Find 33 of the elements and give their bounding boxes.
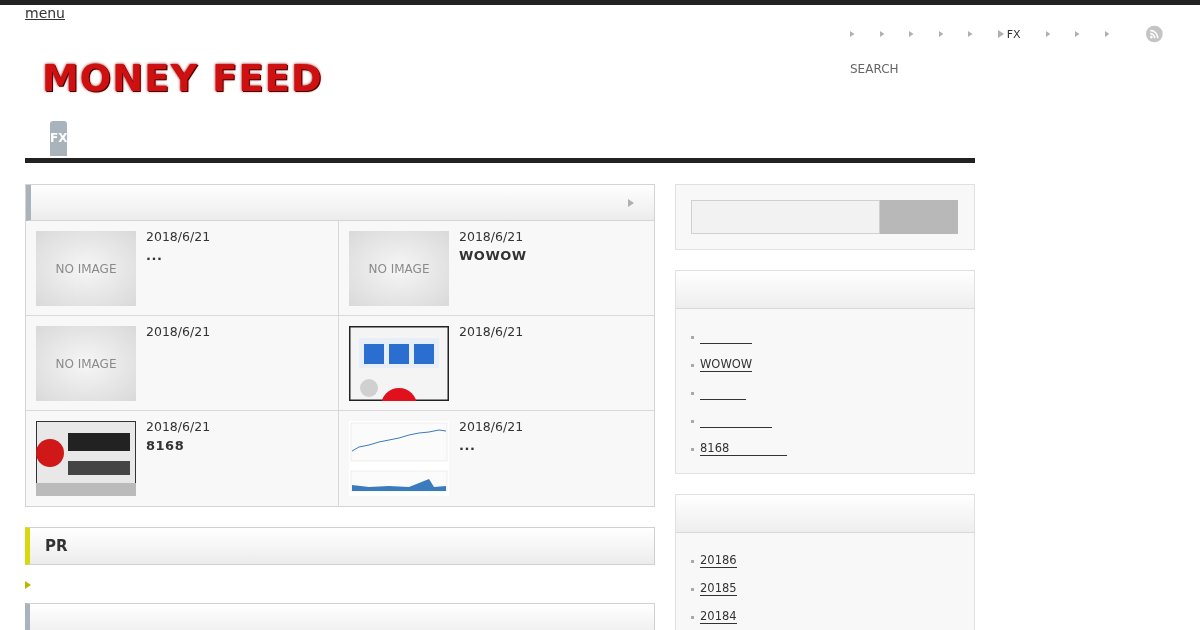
post-title[interactable]: WOWOW <box>459 248 527 263</box>
post-date: 2018/6/21 <box>146 324 211 339</box>
post-date: 2018/6/21 <box>459 419 524 434</box>
post-title[interactable]: 8168 <box>146 438 185 453</box>
post-date: 2018/6/21 <box>146 229 211 244</box>
post-date: 2018/6/21 <box>459 229 524 244</box>
sidebar-link[interactable]: 8168 <box>700 442 788 456</box>
post-date: 2018/6/21 <box>459 324 524 339</box>
menu-link[interactable]: menu <box>25 5 65 21</box>
rss-icon[interactable] <box>1146 23 1163 45</box>
triangle-icon[interactable] <box>879 30 885 38</box>
triangle-icon[interactable] <box>1045 30 1051 38</box>
archive-link[interactable]: 20186 <box>700 554 737 568</box>
site-logo[interactable]: MONEY FEED <box>42 58 323 100</box>
post-title[interactable]: ... <box>459 438 476 453</box>
triangle-icon[interactable] <box>1104 30 1110 38</box>
search-field[interactable] <box>691 200 880 234</box>
archive-link[interactable]: 20184 <box>700 610 737 624</box>
triangle-icon <box>25 581 31 589</box>
triangle-icon[interactable] <box>909 30 914 38</box>
archive-link[interactable]: 20185 <box>700 582 737 596</box>
search-label[interactable]: SEARCH <box>850 62 899 76</box>
triangle-icon[interactable] <box>850 30 855 38</box>
nav-link[interactable]: FX <box>1006 27 1021 41</box>
post-title[interactable]: ... <box>146 248 163 263</box>
section-title: PR <box>45 537 68 555</box>
sidebar-link[interactable]: WOWOW <box>700 358 753 372</box>
triangle-icon[interactable] <box>968 30 973 38</box>
post-date: 2018/6/21 <box>146 419 211 434</box>
triangle-icon[interactable] <box>628 198 634 207</box>
triangle-icon[interactable] <box>1075 30 1080 38</box>
triangle-icon[interactable] <box>938 30 944 38</box>
triangle-icon <box>997 30 1004 38</box>
